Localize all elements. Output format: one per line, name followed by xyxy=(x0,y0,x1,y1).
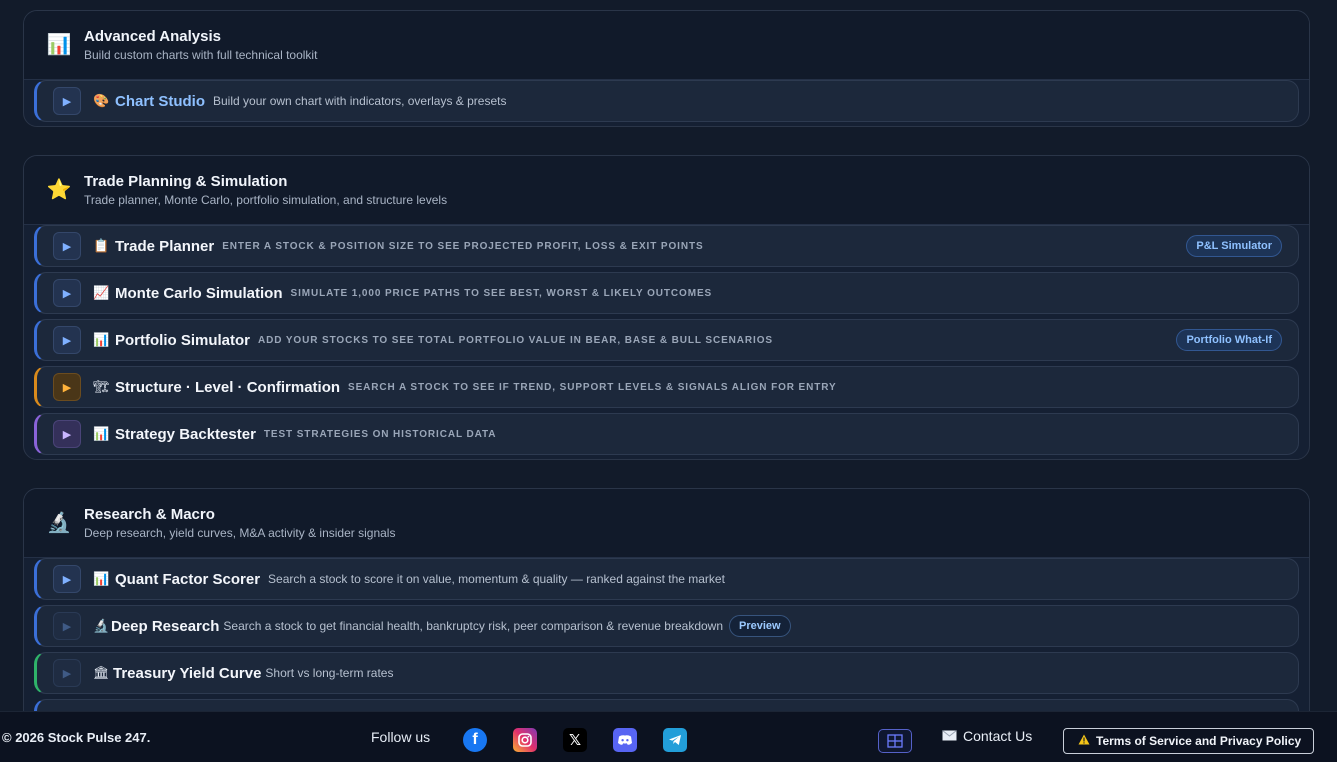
tool-title: Portfolio Simulator xyxy=(115,331,250,349)
section-subtitle: Deep research, yield curves, M&A activit… xyxy=(84,526,396,540)
terms-privacy-button[interactable]: Terms of Service and Privacy Policy xyxy=(1063,728,1315,754)
bar-chart-icon: 📊 xyxy=(93,426,110,441)
section-research-macro: 🔬 Research & Macro Deep research, yield … xyxy=(23,488,1310,711)
tool-description: Add your stocks to see total portfolio v… xyxy=(258,334,773,346)
play-button[interactable]: ▶ xyxy=(53,232,81,260)
tool-row-deep-research[interactable]: ▶ 🔬 Deep Research Search a stock to get … xyxy=(34,605,1299,647)
follow-us-label: Follow us xyxy=(371,729,431,745)
play-button[interactable]: ▶ xyxy=(53,659,81,687)
play-button[interactable]: ▶ xyxy=(53,326,81,354)
tool-description: Search a stock to score it on value, mom… xyxy=(268,572,725,586)
bar-chart-icon: 📊 xyxy=(93,332,110,347)
tool-row-structure-level[interactable]: ▶ 🏗 Structure · Level · Confirmation Sea… xyxy=(34,366,1299,408)
facebook-icon[interactable]: f xyxy=(463,728,487,752)
section-subtitle: Build custom charts with full technical … xyxy=(84,48,318,62)
tool-description: Enter a stock & position size to see pro… xyxy=(222,240,704,252)
pl-simulator-badge[interactable]: P&L Simulator xyxy=(1186,235,1282,257)
instagram-icon[interactable] xyxy=(513,728,537,752)
section-header: 🔬 Research & Macro Deep research, yield … xyxy=(24,489,1309,558)
bar-chart-icon: 📊 xyxy=(46,34,72,56)
tool-title: Deep Research xyxy=(111,617,220,635)
section-subtitle: Trade planner, Monte Carlo, portfolio si… xyxy=(84,193,448,207)
play-button[interactable]: ▶ xyxy=(53,87,81,115)
section-advanced-analysis: 📊 Advanced Analysis Build custom charts … xyxy=(23,10,1310,127)
palette-icon: 🎨 xyxy=(93,93,110,108)
section-title: Trade Planning & Simulation xyxy=(84,173,288,190)
tool-row-quant-factor[interactable]: ▶ 📊 Quant Factor Scorer Search a stock t… xyxy=(34,558,1299,600)
tool-title: Trade Planner xyxy=(115,237,215,255)
telegram-icon[interactable] xyxy=(663,728,687,752)
section-trade-planning: ⭐ Trade Planning & Simulation Trade plan… xyxy=(23,155,1310,460)
bar-chart-icon: 📊 xyxy=(93,571,110,586)
play-button[interactable]: ▶ xyxy=(53,279,81,307)
section-title: Advanced Analysis xyxy=(84,28,221,45)
microscope-icon: 🔬 xyxy=(93,618,110,633)
crane-icon: 🏗 xyxy=(93,379,110,394)
tool-title: Chart Studio xyxy=(115,92,205,110)
tool-row-monte-carlo[interactable]: ▶ 📈 Monte Carlo Simulation Simulate 1,00… xyxy=(34,272,1299,314)
tool-title: Quant Factor Scorer xyxy=(115,570,261,588)
section-header: 📊 Advanced Analysis Build custom charts … xyxy=(24,11,1309,80)
tool-description: Build your own chart with indicators, ov… xyxy=(213,94,507,108)
tool-row-treasury-yield[interactable]: ▶ 🏛 Treasury Yield Curve Short vs long-t… xyxy=(34,652,1299,694)
tool-description: Test strategies on historical data xyxy=(263,428,497,440)
play-button[interactable]: ▶ xyxy=(53,612,81,640)
terms-label: Terms of Service and Privacy Policy xyxy=(1096,734,1302,748)
copyright-text: © 2026 Stock Pulse 247. xyxy=(2,729,151,745)
play-button[interactable]: ▶ xyxy=(53,565,81,593)
warning-icon xyxy=(1078,734,1090,748)
tool-description: Short vs long-term rates xyxy=(265,666,394,680)
main-content: 📊 Advanced Analysis Build custom charts … xyxy=(0,0,1337,711)
play-button[interactable]: ▶ xyxy=(53,373,81,401)
mail-icon xyxy=(942,728,957,744)
tool-row-strategy-backtester[interactable]: ▶ 📊 Strategy Backtester Test strategies … xyxy=(34,413,1299,455)
clipboard-icon: 📋 xyxy=(93,238,110,253)
microscope-icon: 🔬 xyxy=(46,512,72,534)
tool-description: Search a stock to get financial health, … xyxy=(223,619,724,633)
section-header: ⭐ Trade Planning & Simulation Trade plan… xyxy=(24,156,1309,225)
footer: © 2026 Stock Pulse 247. Follow us f 𝕏 Co… xyxy=(0,711,1337,762)
section-title: Research & Macro xyxy=(84,506,215,523)
x-icon[interactable]: 𝕏 xyxy=(563,728,587,752)
tool-title: Strategy Backtester xyxy=(115,425,256,443)
portfolio-what-if-badge[interactable]: Portfolio What-If xyxy=(1176,329,1282,351)
tool-description: Simulate 1,000 price paths to see best, … xyxy=(290,287,713,299)
tool-row-chart-studio[interactable]: ▶ 🎨 Chart Studio Build your own chart wi… xyxy=(34,80,1299,122)
tool-row-portfolio-simulator[interactable]: ▶ 📊 Portfolio Simulator Add your stocks … xyxy=(34,319,1299,361)
tool-title: Monte Carlo Simulation xyxy=(115,284,283,302)
tool-row-partial[interactable] xyxy=(34,699,1299,711)
trend-chart-icon: 📈 xyxy=(93,285,110,300)
preview-badge: Preview xyxy=(729,615,791,637)
tool-title: Structure · Level · Confirmation xyxy=(115,378,341,396)
discord-icon[interactable] xyxy=(613,728,637,752)
star-icon: ⭐ xyxy=(46,179,72,201)
play-button[interactable]: ▶ xyxy=(53,420,81,448)
tool-description: Search a stock to see if trend, support … xyxy=(348,381,837,393)
contact-us-label: Contact Us xyxy=(963,728,1033,744)
contact-us-link[interactable]: Contact Us xyxy=(942,728,1032,744)
tool-title: Treasury Yield Curve xyxy=(113,664,262,682)
tool-row-trade-planner[interactable]: ▶ 📋 Trade Planner Enter a stock & positi… xyxy=(34,225,1299,267)
bank-icon: 🏛 xyxy=(93,665,110,680)
grid-menu-button[interactable] xyxy=(878,729,912,753)
